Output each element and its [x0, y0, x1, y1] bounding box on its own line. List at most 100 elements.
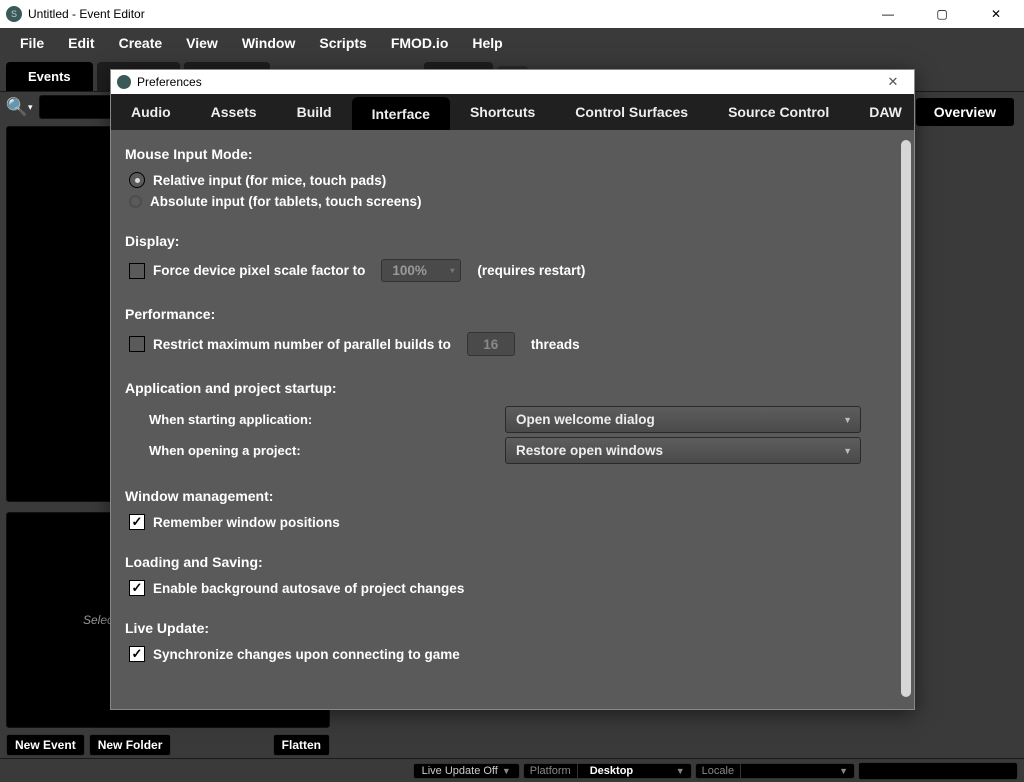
caret-icon: ▾: [450, 266, 454, 275]
radio-label: Absolute input (for tablets, touch scree…: [150, 194, 422, 209]
section-mouse: Mouse Input Mode: Relative input (for mi…: [125, 146, 874, 209]
overview-tab[interactable]: Overview: [916, 98, 1014, 126]
checkbox-force-scale[interactable]: Force device pixel scale factor to 100% …: [129, 259, 874, 282]
menu-scripts[interactable]: Scripts: [307, 31, 378, 55]
tab-events[interactable]: Events: [6, 62, 93, 91]
menu-window[interactable]: Window: [230, 31, 308, 55]
caret-icon: ▼: [843, 446, 852, 456]
when-starting-label: When starting application:: [149, 412, 505, 427]
when-starting-dropdown[interactable]: Open welcome dialog ▼: [505, 406, 861, 433]
checkbox-restrict-builds[interactable]: Restrict maximum number of parallel buil…: [129, 332, 874, 356]
scale-value: 100%: [392, 263, 427, 278]
menu-bar: File Edit Create View Window Scripts FMO…: [0, 28, 1024, 58]
menu-help[interactable]: Help: [460, 31, 514, 55]
caret-icon: ▼: [843, 415, 852, 425]
menu-create[interactable]: Create: [107, 31, 175, 55]
locale-value: [745, 770, 835, 772]
loading-heading: Loading and Saving:: [125, 554, 874, 570]
checkbox-sync-changes[interactable]: Synchronize changes upon connecting to g…: [129, 646, 874, 662]
checkbox-icon: [129, 263, 145, 279]
new-folder-button[interactable]: New Folder: [89, 734, 172, 756]
section-loading-saving: Loading and Saving: Enable background au…: [125, 554, 874, 596]
checkbox-label: Restrict maximum number of parallel buil…: [153, 337, 451, 352]
dropdown-value: Restore open windows: [516, 443, 663, 458]
preferences-title: Preferences: [137, 75, 878, 89]
prefs-tab-shortcuts[interactable]: Shortcuts: [450, 94, 555, 130]
window-mgmt-heading: Window management:: [125, 488, 874, 504]
prefs-tab-daw[interactable]: DAW: [849, 94, 922, 130]
radio-icon: [129, 172, 145, 188]
checkbox-label: Enable background autosave of project ch…: [153, 581, 464, 596]
search-icon[interactable]: 🔍▾: [5, 95, 33, 119]
locale-label: Locale: [696, 764, 741, 778]
radio-relative-input[interactable]: Relative input (for mice, touch pads): [129, 172, 874, 188]
platform-label: Platform: [524, 764, 578, 778]
checkbox-remember-positions[interactable]: Remember window positions: [129, 514, 874, 530]
close-button[interactable]: ✕: [978, 0, 1014, 28]
caret-icon: ▼: [502, 766, 511, 776]
events-buttons: New Event New Folder Flatten: [6, 734, 330, 756]
new-event-button[interactable]: New Event: [6, 734, 85, 756]
when-opening-dropdown[interactable]: Restore open windows ▼: [505, 437, 861, 464]
menu-fmodio[interactable]: FMOD.io: [379, 31, 461, 55]
radio-absolute-input[interactable]: Absolute input (for tablets, touch scree…: [129, 194, 874, 209]
section-window-management: Window management: Remember window posit…: [125, 488, 874, 530]
checkbox-label: Synchronize changes upon connecting to g…: [153, 647, 460, 662]
section-live-update: Live Update: Synchronize changes upon co…: [125, 620, 874, 662]
platform-value: Desktop: [582, 764, 672, 778]
preferences-body: Mouse Input Mode: Relative input (for mi…: [111, 130, 914, 709]
window-title: Untitled - Event Editor: [28, 7, 870, 21]
menu-file[interactable]: File: [8, 31, 56, 55]
checkbox-autosave[interactable]: Enable background autosave of project ch…: [129, 580, 874, 596]
live-update-toggle[interactable]: Live Update Off ▼: [413, 763, 520, 779]
threads-input[interactable]: 16: [467, 332, 515, 356]
preferences-close-button[interactable]: ✕: [878, 74, 908, 90]
select-hint: Selec: [83, 613, 113, 627]
prefs-tab-interface[interactable]: Interface: [352, 97, 450, 130]
startup-when-starting-row: When starting application: Open welcome …: [149, 406, 874, 433]
display-heading: Display:: [125, 233, 874, 249]
app-icon: [117, 75, 131, 89]
maximize-button[interactable]: ▢: [924, 0, 960, 28]
checkbox-icon: [129, 336, 145, 352]
menu-view[interactable]: View: [174, 31, 230, 55]
scale-suffix: (requires restart): [477, 263, 585, 278]
scrollbar[interactable]: [901, 140, 911, 697]
status-bar: Live Update Off ▼ Platform Desktop ▼ Loc…: [0, 758, 1024, 782]
checkbox-label: Remember window positions: [153, 515, 340, 530]
app-icon: S: [6, 6, 22, 22]
dropdown-value: Open welcome dialog: [516, 412, 655, 427]
locale-selector[interactable]: Locale ▼: [695, 763, 855, 779]
mouse-heading: Mouse Input Mode:: [125, 146, 874, 162]
caret-icon: ▼: [676, 766, 691, 776]
threads-suffix: threads: [531, 337, 580, 352]
startup-when-opening-row: When opening a project: Restore open win…: [149, 437, 874, 464]
platform-selector[interactable]: Platform Desktop ▼: [523, 763, 692, 779]
checkbox-icon: [129, 580, 145, 596]
checkbox-icon: [129, 514, 145, 530]
when-opening-label: When opening a project:: [149, 443, 505, 458]
prefs-tab-source-control[interactable]: Source Control: [708, 94, 849, 130]
checkbox-label: Force device pixel scale factor to: [153, 263, 365, 278]
caret-icon: ▼: [839, 766, 854, 776]
checkbox-icon: [129, 646, 145, 662]
prefs-tab-assets[interactable]: Assets: [191, 94, 277, 130]
preferences-tabs: Audio Assets Build Interface Shortcuts C…: [111, 94, 914, 130]
live-update-heading: Live Update:: [125, 620, 874, 636]
menu-edit[interactable]: Edit: [56, 31, 106, 55]
section-performance: Performance: Restrict maximum number of …: [125, 306, 874, 356]
performance-heading: Performance:: [125, 306, 874, 322]
prefs-tab-build[interactable]: Build: [277, 94, 352, 130]
section-display: Display: Force device pixel scale factor…: [125, 233, 874, 282]
window-controls: — ▢ ✕: [870, 0, 1018, 28]
prefs-tab-control-surfaces[interactable]: Control Surfaces: [555, 94, 708, 130]
flatten-button[interactable]: Flatten: [273, 734, 330, 756]
radio-icon: [129, 195, 142, 208]
section-startup: Application and project startup: When st…: [125, 380, 874, 464]
status-empty[interactable]: [858, 762, 1018, 780]
minimize-button[interactable]: —: [870, 0, 906, 28]
preferences-content: Mouse Input Mode: Relative input (for mi…: [125, 146, 892, 697]
prefs-tab-audio[interactable]: Audio: [111, 94, 191, 130]
radio-label: Relative input (for mice, touch pads): [153, 173, 386, 188]
scale-factor-select[interactable]: 100% ▾: [381, 259, 461, 282]
